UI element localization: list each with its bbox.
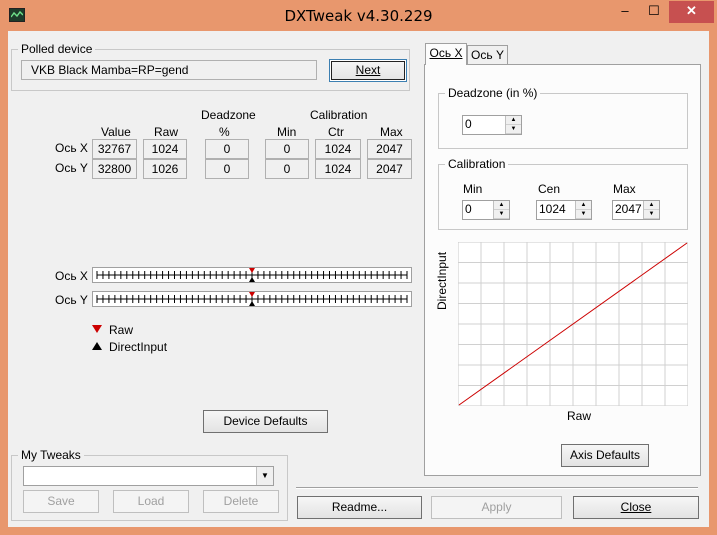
footer-divider <box>296 487 698 489</box>
deadzone-spinner[interactable]: 0 ▲ ▼ <box>462 115 522 135</box>
cal-max-value: 2047 <box>615 202 642 216</box>
deadzone-spin-arrows[interactable]: ▲ ▼ <box>505 116 521 134</box>
close-button[interactable]: Close <box>573 496 699 519</box>
directinput-marker-icon <box>92 342 102 350</box>
spin-up-icon[interactable]: ▲ <box>506 116 521 125</box>
axis-y-slider <box>92 291 412 307</box>
minimize-button[interactable]: – <box>610 1 640 23</box>
cal-min-label: Min <box>463 182 483 196</box>
cal-max-spinner[interactable]: 2047 ▲ ▼ <box>612 200 660 220</box>
axis-x-ticks <box>96 268 408 282</box>
chevron-down-icon[interactable]: ▼ <box>256 467 273 485</box>
tab-axis-y[interactable]: Ось Y <box>467 45 508 65</box>
raw-cell: 1026 <box>143 159 187 179</box>
cal-max-label: Max <box>613 182 636 196</box>
tweaks-dropdown[interactable]: ▼ <box>23 466 274 486</box>
close-window-button[interactable]: ✕ <box>669 1 714 23</box>
cal-cen-label: Cen <box>538 182 561 196</box>
calibration-graph <box>458 242 688 406</box>
calibration-group: Calibration Min Cen Max 0 ▲ ▼ 1024 ▲ ▼ 204… <box>438 157 688 230</box>
load-button[interactable]: Load <box>113 490 189 513</box>
legend-raw-label: Raw <box>109 323 134 337</box>
spin-down-icon[interactable]: ▼ <box>576 210 591 219</box>
my-tweaks-group: My Tweaks ▼ Save Load Delete <box>11 448 288 521</box>
my-tweaks-label: My Tweaks <box>18 448 84 462</box>
min-cell: 0 <box>265 139 309 159</box>
spin-up-icon[interactable]: ▲ <box>644 201 659 210</box>
spin-up-icon[interactable]: ▲ <box>494 201 509 210</box>
row-axis-label: Ось Y <box>55 161 88 175</box>
axis-tab-panel: Deadzone (in %) 0 ▲ ▼ Calibration Min Cen… <box>424 64 701 476</box>
cal-min-spinner[interactable]: 0 ▲ ▼ <box>462 200 510 220</box>
max-cell: 2047 <box>367 139 412 159</box>
graph-x-label: Raw <box>567 409 592 423</box>
save-button[interactable]: Save <box>23 490 99 513</box>
apply-button[interactable]: Apply <box>431 496 562 519</box>
value-cell: 32767 <box>92 139 137 159</box>
raw-marker-icon <box>92 325 102 333</box>
cal-cen-value: 1024 <box>539 202 566 216</box>
next-button[interactable]: Next <box>329 59 407 82</box>
axis-defaults-button[interactable]: Axis Defaults <box>561 444 649 467</box>
cal-cen-spinner[interactable]: 1024 ▲ ▼ <box>536 200 592 220</box>
deadzone-value: 0 <box>465 117 472 131</box>
ctr-cell: 1024 <box>315 159 361 179</box>
legend-directinput-label: DirectInput <box>109 340 168 354</box>
deadzone-cell: 0 <box>205 139 249 159</box>
close-button-label: Close <box>620 500 652 514</box>
graph-y-label: DirectInput <box>435 251 449 310</box>
spin-down-icon[interactable]: ▼ <box>494 210 509 219</box>
slider-y-label: Ось Y <box>55 293 88 307</box>
raw-cell: 1024 <box>143 139 187 159</box>
ctr-cell: 1024 <box>315 139 361 159</box>
deadzone-group: Deadzone (in %) 0 ▲ ▼ <box>438 86 688 149</box>
cal-min-spin-arrows[interactable]: ▲ ▼ <box>493 201 509 219</box>
header-percent: % <box>219 125 230 139</box>
slider-x-label: Ось X <box>55 269 88 283</box>
max-cell: 2047 <box>367 159 412 179</box>
window-frame: DXTweak v4.30.229 – ☐ ✕ Polled device VK… <box>0 0 717 535</box>
header-ctr: Ctr <box>328 125 344 139</box>
next-button-label: Next <box>355 63 381 77</box>
readme-button[interactable]: Readme... <box>297 496 422 519</box>
calibration-group-label: Calibration <box>445 157 509 171</box>
header-raw: Raw <box>154 125 179 139</box>
cal-min-value: 0 <box>465 202 472 216</box>
title-bar[interactable]: DXTweak v4.30.229 – ☐ ✕ <box>0 0 717 32</box>
directinput-marker <box>249 277 255 282</box>
min-cell: 0 <box>265 159 309 179</box>
tab-axis-x[interactable]: Ось X <box>425 43 467 65</box>
polled-device-group: Polled device VKB Black Mamba=RP=gend Ne… <box>11 42 410 91</box>
device-defaults-button[interactable]: Device Defaults <box>203 410 328 433</box>
row-axis-label: Ось X <box>55 141 88 155</box>
header-deadzone: Deadzone <box>201 108 256 122</box>
header-min: Min <box>277 125 297 139</box>
tab-axis-x-label: Ось X <box>429 46 463 60</box>
value-cell: 32800 <box>92 159 137 179</box>
polled-device-label: Polled device <box>18 42 96 56</box>
deadzone-cell: 0 <box>205 159 249 179</box>
header-max: Max <box>380 125 403 139</box>
client-area: Polled device VKB Black Mamba=RP=gend Ne… <box>8 31 709 527</box>
spin-up-icon[interactable]: ▲ <box>576 201 591 210</box>
directinput-marker <box>249 301 255 306</box>
spin-down-icon[interactable]: ▼ <box>506 125 521 134</box>
maximize-button[interactable]: ☐ <box>640 1 668 23</box>
axis-x-slider <box>92 267 412 283</box>
raw-marker <box>249 268 255 273</box>
spin-down-icon[interactable]: ▼ <box>644 210 659 219</box>
header-calibration: Calibration <box>310 108 368 122</box>
axis-y-ticks <box>96 292 408 306</box>
device-name-field: VKB Black Mamba=RP=gend <box>21 60 317 80</box>
delete-button[interactable]: Delete <box>203 490 279 513</box>
header-value: Value <box>101 125 131 139</box>
raw-marker <box>249 292 255 297</box>
cal-cen-spin-arrows[interactable]: ▲ ▼ <box>575 201 591 219</box>
cal-max-spin-arrows[interactable]: ▲ ▼ <box>643 201 659 219</box>
deadzone-group-label: Deadzone (in %) <box>445 86 541 100</box>
